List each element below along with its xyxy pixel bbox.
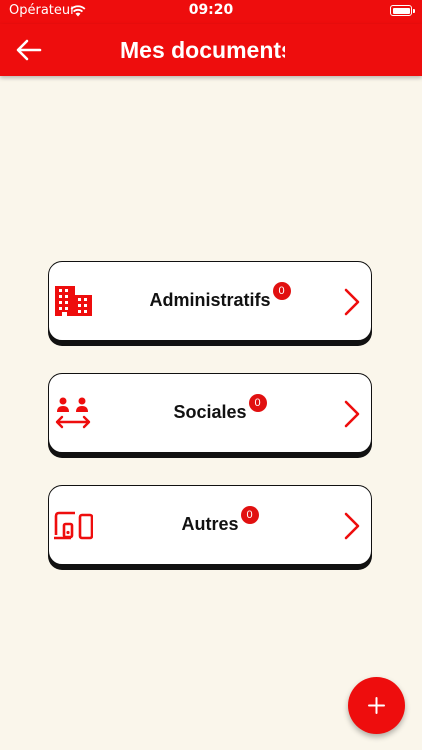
chevron-right-icon <box>344 512 360 540</box>
category-card-administratifs[interactable]: Administratifs 0 <box>48 261 372 341</box>
devices-icon <box>54 511 93 540</box>
count-badge: 0 <box>248 394 267 412</box>
building-icon <box>55 286 92 316</box>
plus-icon <box>368 697 385 714</box>
chevron-right-icon <box>344 288 360 316</box>
people-exchange-icon <box>55 397 91 429</box>
battery-icon <box>390 5 415 16</box>
category-label: Administratifs <box>149 290 271 310</box>
category-card-sociales[interactable]: Sociales 0 <box>48 373 372 453</box>
chevron-right-icon <box>344 400 360 428</box>
category-label: Autres <box>181 514 239 534</box>
status-bar: Opérateur 09:20 <box>0 0 422 24</box>
add-document-button[interactable] <box>348 677 405 734</box>
back-arrow-icon[interactable] <box>14 36 44 64</box>
status-time: 09:20 <box>188 2 234 18</box>
count-badge: 0 <box>272 282 291 300</box>
count-badge: 0 <box>240 506 259 524</box>
app-bar: Mes documents <box>0 24 422 76</box>
page-title: Mes documents <box>120 37 285 63</box>
category-label: Sociales <box>173 402 247 422</box>
category-card-autres[interactable]: Autres 0 <box>48 485 372 565</box>
